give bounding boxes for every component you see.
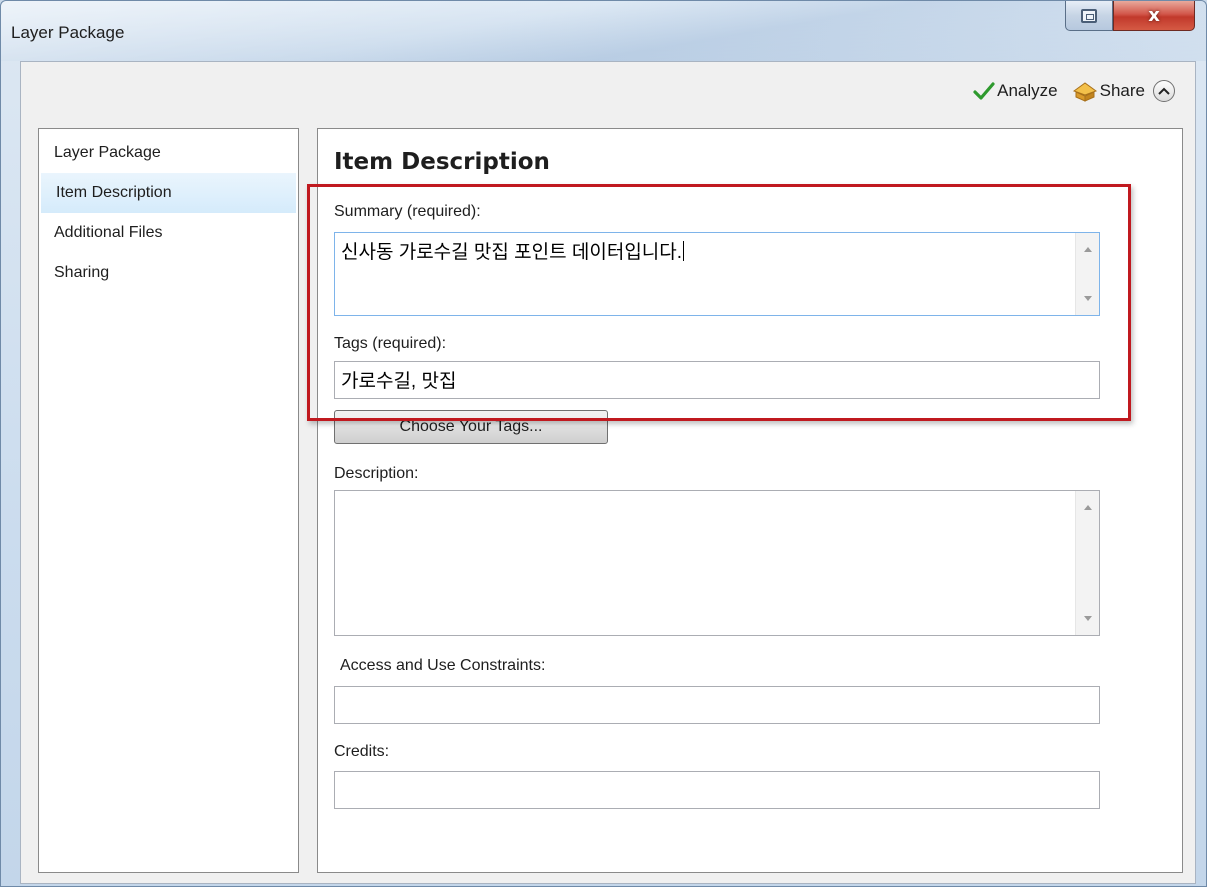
window-title: Layer Package: [11, 23, 125, 42]
sidebar-item-item-description[interactable]: Item Description: [41, 173, 296, 213]
restore-icon: [1081, 8, 1097, 23]
share-button[interactable]: Share: [1072, 80, 1145, 102]
credits-label: Credits:: [334, 743, 390, 760]
access-label: Access and Use Constraints:: [340, 657, 546, 674]
restore-button[interactable]: [1065, 1, 1113, 31]
summary-label: Summary (required):: [334, 203, 481, 220]
tags-input[interactable]: 가로수길, 맛집: [334, 361, 1100, 399]
checkmark-icon: [973, 82, 995, 100]
credits-input[interactable]: [334, 771, 1100, 809]
sidebar-item-sharing[interactable]: Sharing: [39, 253, 298, 293]
sidebar-item-layer-package[interactable]: Layer Package: [39, 133, 298, 173]
share-label: Share: [1099, 81, 1145, 100]
scroll-down-icon[interactable]: [1084, 296, 1092, 301]
summary-textarea[interactable]: 신사동 가로수길 맛집 포인트 데이터입니다.: [334, 232, 1100, 316]
tags-label: Tags (required):: [334, 335, 447, 352]
item-description-panel: Item Description Summary (required): 신사동…: [317, 128, 1183, 873]
choose-tags-button[interactable]: Choose Your Tags...: [334, 410, 608, 444]
scroll-up-icon[interactable]: [1084, 505, 1092, 510]
description-scrollbar[interactable]: [1075, 491, 1099, 635]
analyze-label: Analyze: [997, 81, 1058, 100]
text-caret: [683, 241, 685, 261]
scroll-up-icon[interactable]: [1084, 247, 1092, 252]
top-toolbar: Analyze Share: [973, 80, 1175, 102]
close-icon: x: [1148, 5, 1160, 26]
close-button[interactable]: x: [1113, 1, 1195, 31]
analyze-button[interactable]: Analyze: [973, 81, 1058, 101]
sidebar-nav: Layer Package Item Description Additiona…: [38, 128, 299, 873]
summary-scrollbar[interactable]: [1075, 233, 1099, 315]
summary-text: 신사동 가로수길 맛집 포인트 데이터입니다.: [341, 242, 683, 263]
layer-package-window: Layer Package x Analyze Share Layer Pack…: [0, 0, 1207, 887]
dialog-content: Analyze Share Layer Package Item Descrip…: [20, 61, 1196, 884]
access-constraints-input[interactable]: [334, 686, 1100, 724]
collapse-button[interactable]: [1153, 80, 1175, 102]
panel-title: Item Description: [334, 149, 550, 175]
sidebar-item-additional-files[interactable]: Additional Files: [39, 213, 298, 253]
share-package-icon: [1072, 82, 1097, 102]
title-bar[interactable]: Layer Package x: [1, 1, 1206, 61]
chevron-up-icon: [1158, 87, 1170, 95]
scroll-down-icon[interactable]: [1084, 616, 1092, 621]
description-label: Description:: [334, 465, 419, 482]
description-textarea[interactable]: [334, 490, 1100, 636]
tags-text: 가로수길, 맛집: [341, 371, 457, 392]
